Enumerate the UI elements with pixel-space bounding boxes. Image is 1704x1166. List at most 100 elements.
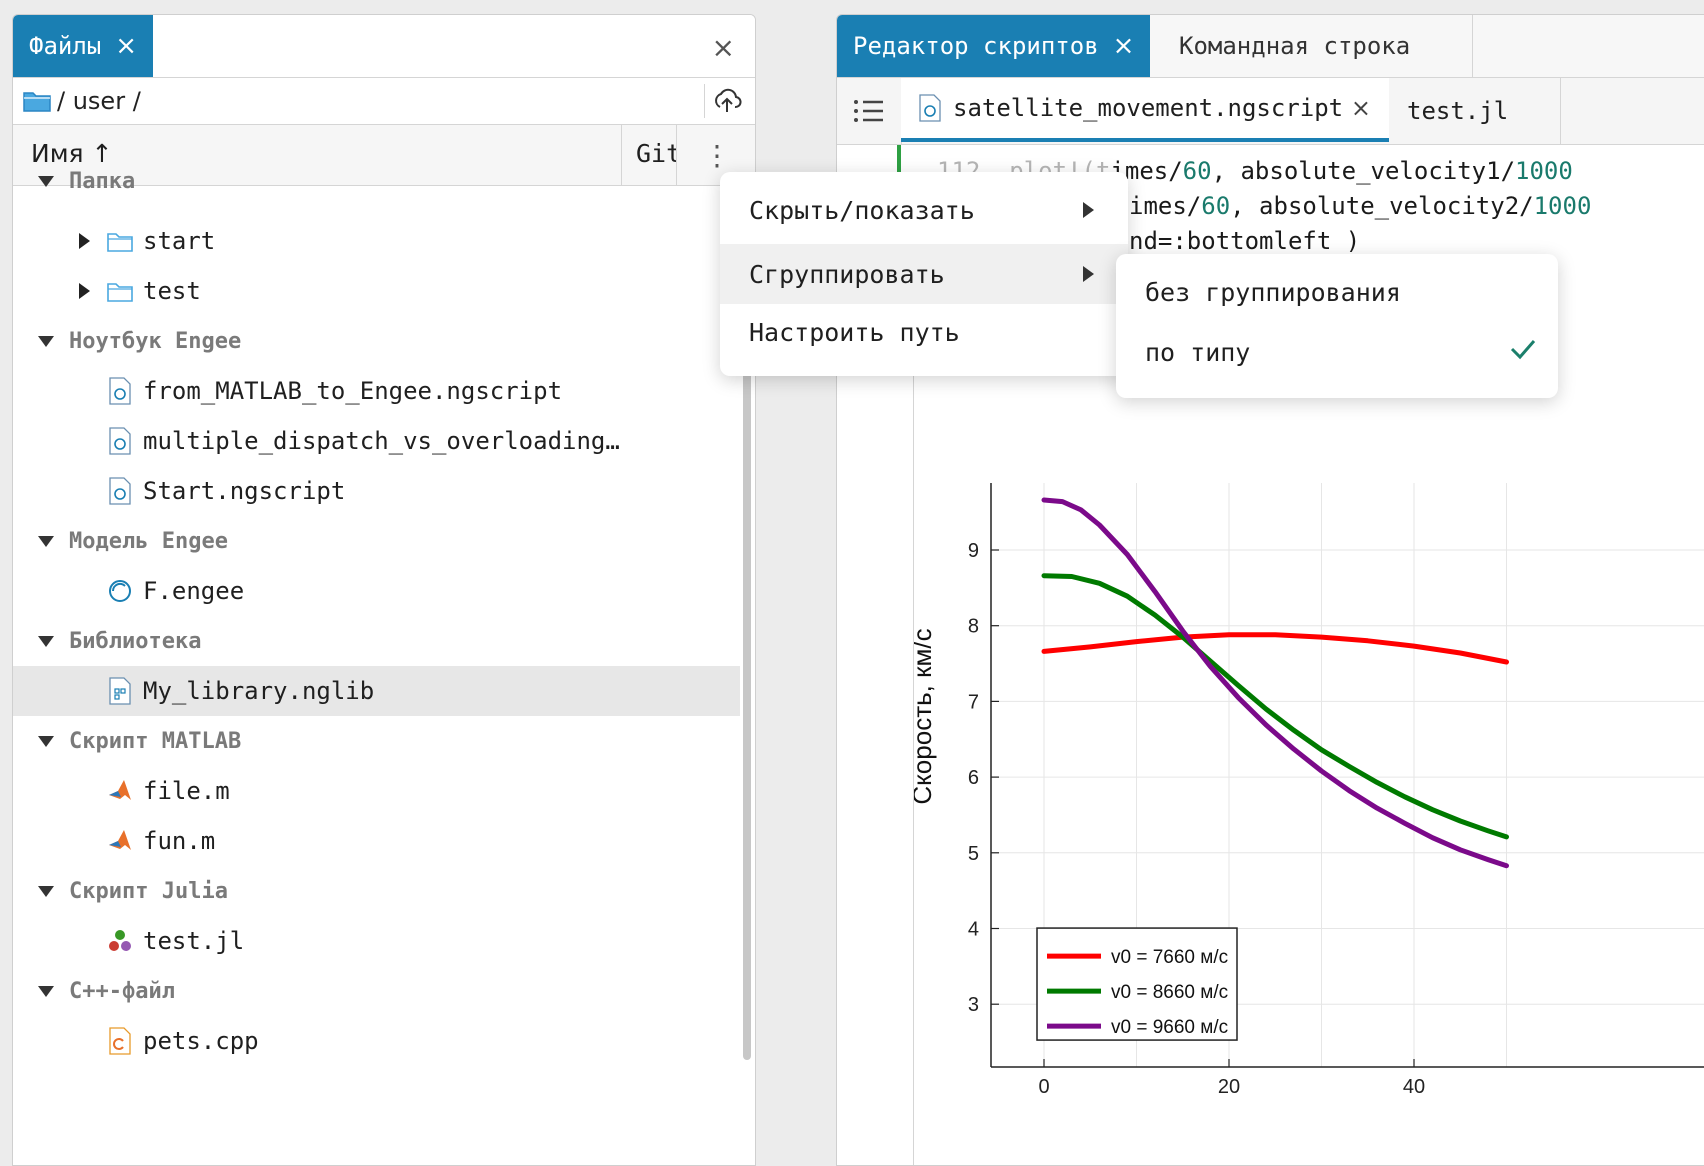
files-tabbar: Файлы × × [13,15,755,78]
panel-close-icon[interactable]: × [712,31,735,64]
series-line-1 [1041,632,1509,665]
item-label: test.jl [143,927,245,955]
file-tab-label: satellite_movement.ngscript [953,94,1344,122]
submenu-item-label: по типу [1145,337,1251,367]
collapse-triangle-icon[interactable] [38,175,54,187]
item-label: file.m [143,777,230,805]
list-item[interactable]: multiple_dispatch_vs_overloading… [13,416,740,466]
group-model[interactable]: Модель Engee [13,516,740,566]
list-item-folder-start[interactable]: start [13,216,740,266]
group-julia[interactable]: Скрипт Julia [13,866,740,916]
collapse-triangle-icon[interactable] [38,735,54,747]
file-tab-test-jl[interactable]: test.jl [1391,78,1561,144]
upload-button[interactable] [704,84,747,118]
legend-label-2: v0 = 8660 м/с [1111,982,1228,1003]
expand-triangle-icon[interactable] [79,233,90,249]
editor-tabbar: Редактор скриптов × Командная строка [837,15,1704,78]
submenu-item-no-grouping[interactable]: без группирования [1116,262,1558,322]
ngscript-file-icon [109,377,131,405]
tab-files[interactable]: Файлы × [13,15,154,77]
tab-script-editor[interactable]: Редактор скриптов × [837,15,1151,77]
column-name-sort[interactable]: Имя ↑ [31,139,113,168]
cell-output: 3 4 5 6 7 8 9 0 20 40 Скорость, км/с v0 = 7660 м/с v… [913,307,1704,1165]
collapse-triangle-icon[interactable] [38,985,54,997]
folder-icon [107,233,133,252]
menu-item-label: Настроить путь [749,317,960,347]
matlab-icon [109,780,131,800]
item-label: start [143,227,216,255]
list-item[interactable]: pets.cpp [13,1016,740,1066]
code-line-114[interactable]: nd=:bottomleft ) [1129,227,1360,255]
group-label: Модель Engee [69,528,228,554]
tab-files-label: Файлы [29,32,102,60]
path-breadcrumb: / user / [13,78,755,125]
collapse-triangle-icon[interactable] [38,335,54,347]
ngscript-file-icon [919,94,941,122]
collapse-triangle-icon[interactable] [38,635,54,647]
group-label: Ноутбук Engee [69,328,242,354]
change-marker [897,145,901,175]
y-tick-label: 8 [968,616,979,638]
file-tab-satellite[interactable]: satellite_movement.ngscript × [901,78,1389,142]
menu-item-group[interactable]: Сгруппировать [720,244,1128,304]
legend-label-1: v0 = 7660 м/с [1111,947,1228,968]
list-item[interactable]: F.engee [13,566,740,616]
code-token: , absolute_velocity2/ [1230,192,1534,220]
item-label: fun.m [143,827,216,855]
path-text[interactable]: / user / [57,87,141,115]
code-line-113[interactable]: imes/60, absolute_velocity2/1000 [1129,192,1591,220]
list-item[interactable]: Start.ngscript [13,466,740,516]
group-library[interactable]: Библиотека [13,616,740,666]
context-menu: Скрыть/показать Сгруппировать Настроить … [720,172,1128,376]
y-tick-label: 9 [968,540,979,562]
list-item-selected[interactable]: My_library.nglib [13,666,740,716]
legend-label-3: v0 = 9660 м/с [1111,1017,1228,1038]
list-item-folder-test[interactable]: test [13,266,740,316]
checkmark-icon [1510,340,1536,360]
submenu-item-by-type[interactable]: по типу [1116,322,1558,382]
series-line-2 [1041,573,1509,840]
file-tab-close-icon[interactable]: × [1351,94,1371,122]
group-cpp[interactable]: C++-файл [13,966,740,1016]
list-item[interactable]: from_MATLAB_to_Engee.ngscript [13,366,740,416]
tab-script-editor-label: Редактор скриптов [853,32,1099,60]
code-token: imes/ [1129,192,1202,220]
list-item[interactable]: test.jl [13,916,740,966]
y-tick-label: 6 [968,767,979,789]
code-token: 1000 [1533,192,1592,220]
menu-item-toggle[interactable]: Скрыть/показать [720,180,1128,240]
submenu-arrow-icon [1083,202,1094,218]
tab-command-line-label: Командная строка [1179,32,1411,60]
x-tick-label: 20 [1218,1076,1240,1098]
group-label: Скрипт MATLAB [69,728,242,754]
group-submenu: без группирования по типу [1116,254,1558,398]
file-tree: Папка start test Ноутбук Engee from_MATL… [13,169,755,1165]
code-token: , absolute_velocity1/ [1211,157,1516,185]
code-token: nd=:bottomleft ) [1129,227,1361,255]
tab-close-icon[interactable]: × [1113,31,1135,61]
group-folder[interactable]: Папка [13,166,740,196]
item-label: Start.ngscript [143,477,346,505]
collapse-triangle-icon[interactable] [38,885,54,897]
julia-icon [109,930,131,951]
folder-icon [23,92,51,112]
expand-triangle-icon[interactable] [79,283,90,299]
tab-close-icon[interactable]: × [115,31,137,61]
group-label: Скрипт Julia [69,878,228,904]
group-label: Библиотека [69,628,202,654]
outline-button[interactable] [837,78,902,144]
code-token: 60 [1201,192,1231,220]
list-item[interactable]: file.m [13,766,740,816]
menu-item-path[interactable]: Настроить путь [720,302,1128,362]
files-panel: Файлы × × / user / Имя ↑ Git ⋮ Папка sta… [12,14,756,1166]
group-matlab[interactable]: Скрипт MATLAB [13,716,740,766]
engee-model-icon [109,580,131,602]
list-item[interactable]: fun.m [13,816,740,866]
collapse-triangle-icon[interactable] [38,535,54,547]
file-tab-label: test.jl [1407,97,1509,125]
velocity-chart: 3 4 5 6 7 8 9 0 20 40 Скорость, км/с v0 = 7660 м/с v… [914,483,1704,1098]
item-label: test [143,277,201,305]
menu-item-label: Сгруппировать [749,259,945,289]
group-notebook[interactable]: Ноутбук Engee [13,316,740,366]
tab-command-line[interactable]: Командная строка [1163,15,1473,77]
